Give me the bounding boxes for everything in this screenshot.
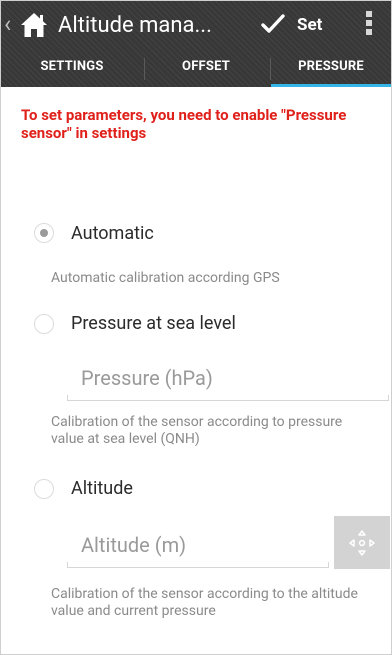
field-underline — [67, 400, 389, 401]
tab-label: SETTINGS — [40, 59, 104, 74]
selected-tab-indicator — [271, 84, 391, 87]
tab-label: PRESSURE — [298, 59, 364, 74]
up-caret-icon[interactable]: ‹ — [4, 9, 11, 39]
altitude-hint: Calibration of the sensor according to t… — [51, 586, 358, 619]
tab-settings[interactable]: SETTINGS — [1, 49, 143, 87]
pressure-field[interactable] — [67, 361, 391, 401]
set-label: Set — [297, 15, 323, 35]
radio-pressure-sea-level[interactable] — [34, 314, 54, 334]
radio-label-altitude[interactable]: Altitude — [71, 478, 133, 500]
pressure-sensor-warning: To set parameters, you need to enable "P… — [21, 106, 347, 142]
pressure-input[interactable] — [81, 361, 391, 395]
gps-locate-icon — [349, 530, 375, 556]
field-underline-tick — [328, 562, 329, 568]
overflow-menu-icon[interactable] — [364, 8, 374, 40]
pressure-hint: Calibration of the sensor according to p… — [51, 414, 343, 447]
app-title: Altitude mana... — [58, 13, 212, 38]
tab-bar: SETTINGS OFFSET PRESSURE — [1, 49, 391, 87]
radio-automatic[interactable] — [34, 223, 54, 243]
set-button[interactable]: Set — [251, 7, 341, 43]
field-underline — [67, 567, 329, 568]
tab-label: OFFSET — [182, 59, 230, 74]
top-bar: ‹ Altitude mana... Set — [1, 1, 391, 49]
check-icon — [261, 14, 285, 33]
home-icon[interactable] — [19, 10, 49, 40]
radio-selected-dot — [40, 229, 48, 237]
field-underline-tick — [67, 562, 68, 568]
radio-label-pressure-sea-level[interactable]: Pressure at sea level — [71, 313, 236, 335]
tab-offset[interactable]: OFFSET — [145, 49, 267, 87]
field-underline-tick — [388, 395, 389, 401]
altitude-field[interactable] — [67, 528, 329, 568]
tab-pressure[interactable]: PRESSURE — [271, 49, 391, 87]
radio-altitude[interactable] — [34, 479, 54, 499]
app-window: ‹ Altitude mana... Set SETTINGS OFFSET P… — [0, 0, 392, 655]
altitude-input[interactable] — [81, 528, 321, 562]
action-bar: ‹ Altitude mana... Set SETTINGS OFFSET P… — [1, 1, 391, 87]
field-underline-tick — [67, 395, 68, 401]
radio-label-automatic[interactable]: Automatic — [71, 223, 154, 245]
automatic-hint: Automatic calibration according GPS — [51, 270, 280, 286]
gps-locate-button[interactable] — [334, 516, 390, 569]
